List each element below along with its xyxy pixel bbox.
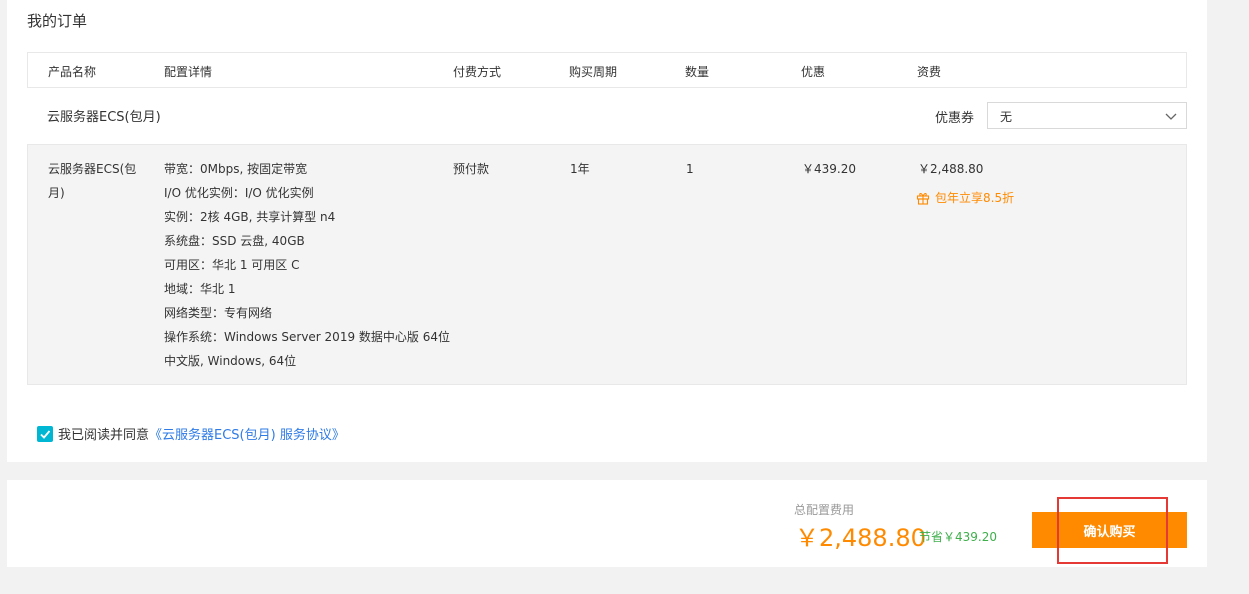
gift-icon — [916, 192, 930, 205]
item-quantity: 1 — [686, 162, 694, 176]
agreement-text: 我已阅读并同意 — [58, 428, 150, 443]
product-name: 云服务器ECS(包月) — [47, 110, 161, 125]
coupon-value: 无 — [1000, 110, 1013, 124]
summary-bar: 总配置费用 ￥2,488.80 节省￥439.20 确认购买 — [7, 480, 1207, 567]
config-line: 实例：2核 4GB, 共享计算型 n4 — [164, 210, 336, 224]
order-detail-row: 云服务器ECS(包 月) 带宽：0Mbps, 按固定带宽 I/O 优化实例：I/… — [27, 144, 1187, 385]
check-icon — [40, 429, 51, 439]
table-header: 产品名称 配置详情 付费方式 购买周期 数量 优惠 资费 — [27, 52, 1187, 88]
config-line: I/O 优化实例：I/O 优化实例 — [164, 186, 314, 200]
config-line: 地域：华北 1 — [164, 282, 236, 296]
total-label: 总配置费用 — [794, 503, 855, 517]
item-price: ￥2,488.80 — [918, 162, 984, 176]
product-row: 云服务器ECS(包月) 优惠券 无 — [27, 96, 1187, 136]
item-discount: ￥439.20 — [802, 162, 856, 176]
chevron-down-icon — [1165, 113, 1177, 120]
save-text: 节省￥439.20 — [919, 530, 997, 544]
promo-text: 包年立享8.5折 — [935, 191, 1015, 205]
config-line: 中文版, Windows, 64位 — [164, 354, 297, 368]
page-title: 我的订单 — [27, 12, 88, 30]
agreement-row: 我已阅读并同意 《云服务器ECS(包月) 服务协议》 — [37, 424, 345, 443]
item-name-line: 云服务器ECS(包 — [48, 162, 137, 176]
header-price: 资费 — [917, 65, 942, 79]
config-line: 可用区：华北 1 可用区 C — [164, 258, 300, 272]
header-payment: 付费方式 — [453, 65, 502, 79]
agreement-link[interactable]: 《云服务器ECS(包月) 服务协议》 — [149, 424, 345, 443]
header-discount: 优惠 — [801, 65, 826, 79]
item-payment: 预付款 — [453, 162, 490, 176]
order-card: 我的订单 产品名称 配置详情 付费方式 购买周期 数量 优惠 资费 云服务器EC… — [7, 0, 1207, 462]
header-config: 配置详情 — [164, 65, 213, 79]
coupon-select[interactable]: 无 — [987, 102, 1187, 129]
header-quantity: 数量 — [685, 65, 710, 79]
config-line: 带宽：0Mbps, 按固定带宽 — [164, 162, 308, 176]
config-line: 操作系统：Windows Server 2019 数据中心版 64位 — [164, 330, 450, 344]
header-product-name: 产品名称 — [48, 65, 97, 79]
item-config-list: 带宽：0Mbps, 按固定带宽 I/O 优化实例：I/O 优化实例 实例：2核 … — [164, 157, 454, 373]
config-line: 网络类型：专有网络 — [164, 306, 273, 320]
promo-badge: 包年立享8.5折 — [916, 189, 1014, 206]
agreement-checkbox[interactable] — [37, 425, 53, 442]
item-period: 1年 — [570, 162, 590, 176]
header-period: 购买周期 — [569, 65, 618, 79]
total-price: ￥2,488.80 — [795, 524, 926, 552]
highlight-annotation-box — [1057, 497, 1168, 564]
item-product-name: 云服务器ECS(包 月) — [48, 157, 148, 205]
config-line: 系统盘：SSD 云盘, 40GB — [164, 234, 305, 248]
coupon-label: 优惠券 — [935, 111, 975, 126]
item-name-line: 月) — [48, 186, 65, 200]
